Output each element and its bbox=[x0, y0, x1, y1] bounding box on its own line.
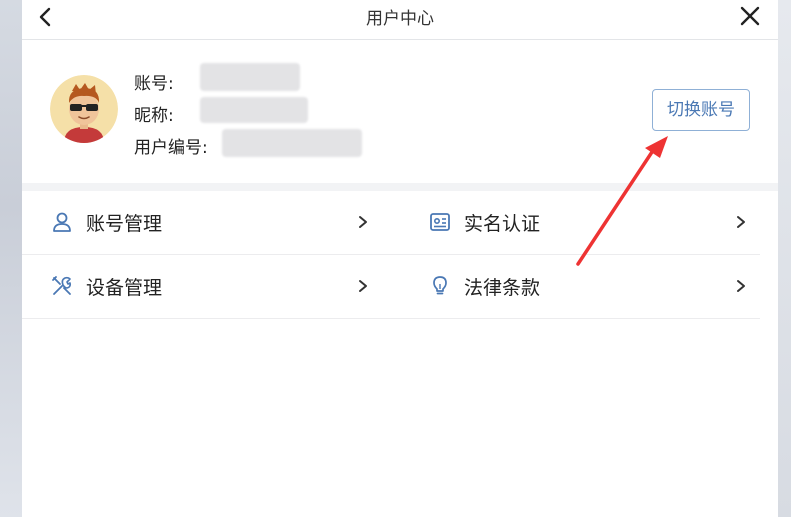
user-id-label: 用户编号: bbox=[134, 138, 208, 158]
close-button[interactable] bbox=[738, 4, 762, 28]
menu-item-label: 设备管理 bbox=[86, 277, 163, 299]
profile-card: 账号: 昵称: 用户编号: 切换账号 bbox=[22, 41, 778, 183]
id-card-icon bbox=[430, 213, 450, 231]
switch-account-button[interactable]: 切换账号 bbox=[652, 89, 750, 131]
background-right bbox=[778, 0, 791, 517]
user-icon bbox=[53, 212, 71, 232]
menu-item-legal-terms[interactable]: 法律条款 bbox=[400, 255, 750, 317]
account-label: 账号: bbox=[134, 74, 174, 94]
page-title: 用户中心 bbox=[366, 9, 434, 29]
cartoon-avatar-icon bbox=[50, 75, 118, 143]
user-center-dialog: 用户中心 账号: 昵称: 用户编号: 切换账号 账号管理 实名认证 设备管理 法… bbox=[22, 0, 778, 517]
row-divider bbox=[22, 318, 760, 319]
account-value-redacted bbox=[200, 63, 300, 91]
menu-item-device-management[interactable]: 设备管理 bbox=[22, 255, 372, 317]
menu-item-real-name-auth[interactable]: 实名认证 bbox=[400, 191, 750, 253]
lightbulb-icon bbox=[433, 276, 447, 295]
close-icon bbox=[740, 6, 760, 26]
menu-item-label: 法律条款 bbox=[464, 277, 541, 299]
title-bar: 用户中心 bbox=[22, 0, 778, 40]
chevron-right-icon bbox=[359, 280, 367, 292]
nickname-value-redacted bbox=[200, 97, 308, 123]
section-divider bbox=[22, 183, 778, 191]
chevron-right-icon bbox=[359, 216, 367, 228]
user-id-value-redacted bbox=[222, 129, 362, 157]
background-left bbox=[0, 0, 22, 517]
tools-icon bbox=[52, 276, 71, 295]
menu-item-account-management[interactable]: 账号管理 bbox=[22, 191, 372, 253]
chevron-right-icon bbox=[737, 216, 745, 228]
menu-item-label: 账号管理 bbox=[86, 213, 163, 235]
chevron-right-icon bbox=[737, 280, 745, 292]
menu-item-label: 实名认证 bbox=[464, 213, 541, 235]
avatar bbox=[50, 75, 118, 143]
nickname-label: 昵称: bbox=[134, 106, 174, 126]
